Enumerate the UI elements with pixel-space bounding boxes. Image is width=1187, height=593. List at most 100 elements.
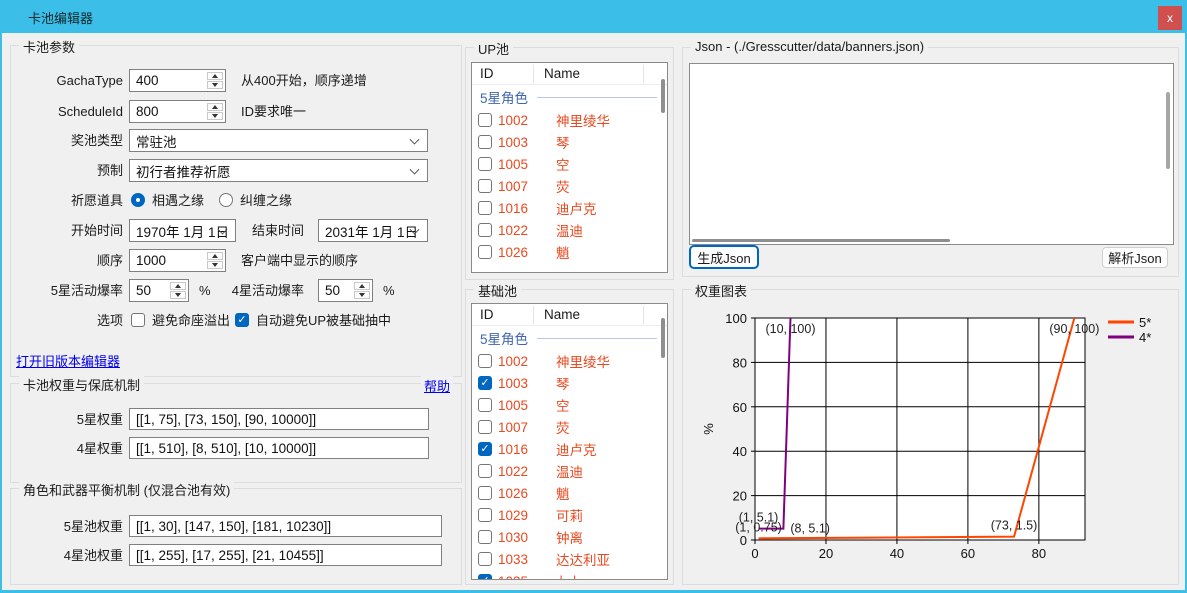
spinner-up-button[interactable] bbox=[354, 282, 370, 290]
close-icon: x bbox=[1167, 11, 1173, 25]
list-item[interactable]: 1029 可莉 bbox=[472, 504, 667, 526]
list-item[interactable]: 1033 达达利亚 bbox=[472, 548, 667, 570]
spinner-up-button[interactable] bbox=[170, 282, 186, 290]
row-checkbox[interactable] bbox=[478, 508, 492, 522]
list-item[interactable]: 1026 魈 bbox=[472, 482, 667, 504]
list-item[interactable]: 1030 钟离 bbox=[472, 526, 667, 548]
begin-time-picker[interactable]: 1970年 1月 1日 bbox=[129, 219, 236, 242]
scrollbar-thumb[interactable] bbox=[1166, 92, 1170, 169]
list-item[interactable]: 1002 神里绫华 bbox=[472, 109, 667, 131]
order-spinner bbox=[207, 252, 223, 269]
preset-value: 初行者推荐祈愿 bbox=[136, 161, 231, 181]
end-time-picker[interactable]: 2031年 1月 1日 bbox=[318, 219, 428, 242]
help-link[interactable]: 帮助 bbox=[421, 376, 453, 395]
row-checkbox[interactable] bbox=[478, 398, 492, 412]
list-header[interactable]: ID Name bbox=[472, 63, 667, 85]
row-checkbox[interactable] bbox=[478, 420, 492, 434]
row-checkbox[interactable] bbox=[478, 179, 492, 193]
preset-select[interactable]: 初行者推荐祈愿 bbox=[129, 159, 428, 182]
spinner-down-button[interactable] bbox=[207, 112, 223, 120]
row-checkbox[interactable] bbox=[478, 354, 492, 368]
title-bar[interactable]: 卡池编辑器 x bbox=[0, 0, 1187, 33]
spinner-down-button[interactable] bbox=[354, 291, 370, 299]
generate-json-button[interactable]: 生成Json bbox=[689, 245, 759, 269]
row-checkbox[interactable] bbox=[478, 223, 492, 237]
json-textarea[interactable] bbox=[689, 63, 1174, 245]
pool-weight5-input[interactable]: [[1, 30], [147, 150], [181, 10230]] bbox=[129, 515, 442, 537]
scrollbar-thumb[interactable] bbox=[692, 239, 950, 242]
scheduleid-spinner bbox=[207, 103, 223, 120]
scrollbar-thumb[interactable] bbox=[661, 79, 665, 113]
base-pool-legend: 基础池 bbox=[474, 281, 521, 300]
list-item[interactable]: 1003 琴 bbox=[472, 372, 667, 394]
checkbox-auto-avoid-up[interactable] bbox=[235, 313, 249, 327]
row-checkbox[interactable] bbox=[478, 464, 492, 478]
spinner-down-button[interactable] bbox=[207, 261, 223, 269]
row-checkbox[interactable] bbox=[478, 113, 492, 127]
scrollbar-thumb[interactable] bbox=[661, 318, 665, 358]
spinner-up-button[interactable] bbox=[207, 252, 223, 260]
list-item[interactable]: 1003 琴 bbox=[472, 131, 667, 153]
row-checkbox[interactable] bbox=[478, 135, 492, 149]
pool-params-group: 卡池参数 GachaType 400 从400开始，顺序递增 ScheduleI… bbox=[10, 45, 462, 377]
row-id: 1003 bbox=[498, 135, 542, 150]
list-item[interactable]: 1022 温迪 bbox=[472, 460, 667, 482]
svg-text:%: % bbox=[701, 423, 716, 435]
row-checkbox[interactable] bbox=[478, 486, 492, 500]
rate5-input[interactable]: 50 bbox=[129, 279, 189, 302]
svg-text:60: 60 bbox=[961, 546, 975, 561]
list-item[interactable]: 1005 空 bbox=[472, 153, 667, 175]
list-item[interactable]: 1022 温迪 bbox=[472, 219, 667, 241]
list-group-label: 5星角色 bbox=[480, 87, 528, 107]
rate4-input[interactable]: 50 bbox=[318, 279, 373, 302]
gachatype-input[interactable]: 400 bbox=[129, 69, 226, 92]
name-column-header[interactable]: Name bbox=[544, 66, 580, 81]
list-item[interactable]: 1016 迪卢克 bbox=[472, 438, 667, 460]
balance-legend: 角色和武器平衡机制 (仅混合池有效) bbox=[19, 480, 234, 499]
json-legend: Json - (./Gresscutter/data/banners.json) bbox=[691, 39, 928, 54]
list-item[interactable]: 1007 荧 bbox=[472, 416, 667, 438]
radio-intertwined-fate[interactable] bbox=[219, 193, 233, 207]
order-input[interactable]: 1000 bbox=[129, 249, 226, 272]
pool-weight4-input[interactable]: [[1, 255], [17, 255], [21, 10455]] bbox=[129, 544, 442, 566]
parse-json-button[interactable]: 解析Json bbox=[1102, 247, 1168, 268]
list-item[interactable]: 1016 迪卢克 bbox=[472, 197, 667, 219]
scheduleid-input[interactable]: 800 bbox=[129, 100, 226, 123]
row-checkbox[interactable] bbox=[478, 552, 492, 566]
id-column-header[interactable]: ID bbox=[480, 307, 494, 322]
name-column-header[interactable]: Name bbox=[544, 307, 580, 322]
weight4-input[interactable]: [[1, 510], [8, 510], [10, 10000]] bbox=[129, 437, 429, 459]
row-id: 1016 bbox=[498, 201, 542, 216]
parse-json-label: 解析Json bbox=[1108, 248, 1161, 267]
checkbox-avoid-constellation-overflow[interactable] bbox=[131, 313, 145, 327]
id-column-header[interactable]: ID bbox=[480, 66, 494, 81]
list-item[interactable]: 1007 荧 bbox=[472, 175, 667, 197]
list-item[interactable]: 1005 空 bbox=[472, 394, 667, 416]
list-header[interactable]: ID Name bbox=[472, 304, 667, 326]
weight5-input[interactable]: [[1, 75], [73, 150], [90, 10000]] bbox=[129, 408, 429, 430]
base-pool-list[interactable]: ID Name 5星角色 1002 神里绫华 1003 琴 bbox=[471, 303, 668, 580]
up-pool-list[interactable]: ID Name 5星角色 1002 神里绫华 1003 琴 bbox=[471, 62, 668, 273]
spinner-down-button[interactable] bbox=[207, 81, 223, 89]
open-legacy-editor-link[interactable]: 打开旧版本编辑器 bbox=[16, 351, 120, 370]
scheduleid-hint: ID要求唯一 bbox=[241, 100, 306, 123]
spinner-up-button[interactable] bbox=[207, 103, 223, 111]
list-item[interactable]: 1002 神里绫华 bbox=[472, 350, 667, 372]
close-button[interactable]: x bbox=[1158, 6, 1182, 30]
row-checkbox[interactable] bbox=[478, 376, 492, 390]
row-checkbox[interactable] bbox=[478, 201, 492, 215]
row-checkbox[interactable] bbox=[478, 245, 492, 259]
options-label: 选项 bbox=[19, 309, 123, 332]
row-id: 1026 bbox=[498, 486, 542, 501]
spinner-down-button[interactable] bbox=[170, 291, 186, 299]
list-item[interactable]: 1026 魈 bbox=[472, 241, 667, 263]
row-checkbox[interactable] bbox=[478, 574, 492, 579]
row-checkbox[interactable] bbox=[478, 157, 492, 171]
spinner-up-button[interactable] bbox=[207, 72, 223, 80]
row-name: 魈 bbox=[556, 242, 570, 262]
row-checkbox[interactable] bbox=[478, 442, 492, 456]
row-checkbox[interactable] bbox=[478, 530, 492, 544]
radio-acquaint-fate[interactable] bbox=[131, 193, 145, 207]
pooltype-select[interactable]: 常驻池 bbox=[129, 129, 428, 152]
list-item[interactable]: 1035 七七 bbox=[472, 570, 667, 579]
